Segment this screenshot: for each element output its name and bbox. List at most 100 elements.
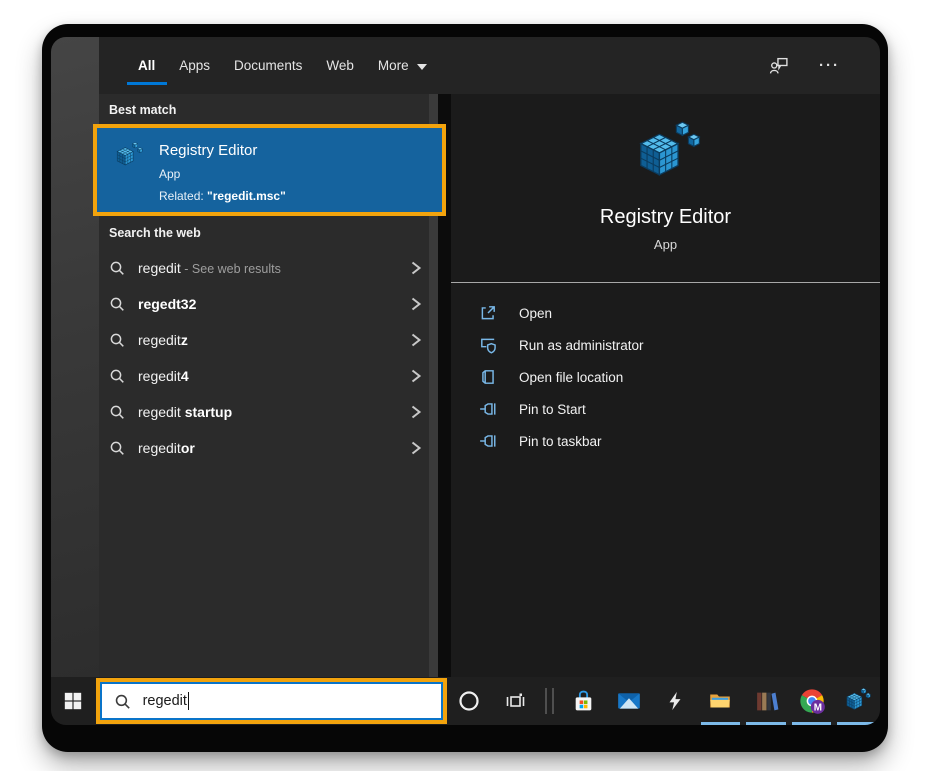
search-icon bbox=[109, 440, 125, 456]
taskbar-store-button[interactable] bbox=[561, 677, 607, 725]
open-app-indicator bbox=[792, 722, 832, 725]
tab-more-label: More bbox=[378, 58, 409, 73]
details-panel: Registry Editor App Open bbox=[451, 94, 880, 677]
open-app-indicator bbox=[746, 722, 786, 725]
chevron-down-icon bbox=[417, 64, 427, 70]
search-icon bbox=[114, 693, 131, 710]
search-input-value: regedit bbox=[143, 693, 187, 709]
books-library-icon bbox=[754, 689, 779, 714]
best-match-related: Related: "regedit.msc" bbox=[159, 189, 286, 203]
text-caret bbox=[188, 692, 190, 710]
tab-apps[interactable]: Apps bbox=[167, 37, 222, 94]
taskbar-separator bbox=[538, 677, 561, 725]
best-match-app-name: Registry Editor bbox=[159, 141, 286, 160]
suggestion-regedit4[interactable]: regedit4 bbox=[99, 358, 438, 394]
related-value: "regedit.msc" bbox=[207, 189, 286, 203]
tab-documents-label: Documents bbox=[234, 58, 302, 73]
tab-web[interactable]: Web bbox=[314, 37, 366, 94]
web-suggestion-list: regedit - See web results regedt32 reged bbox=[99, 250, 438, 466]
tab-web-label: Web bbox=[326, 58, 354, 73]
suggestion-text: regedit - See web results bbox=[138, 260, 281, 276]
search-icon bbox=[109, 368, 125, 384]
chevron-right-icon bbox=[410, 367, 422, 385]
suggestion-regeditz[interactable]: regeditz bbox=[99, 322, 438, 358]
taskbar-library-button[interactable] bbox=[743, 677, 789, 725]
action-pin-to-start[interactable]: Pin to Start bbox=[451, 393, 880, 425]
chevron-right-icon bbox=[410, 403, 422, 421]
action-pin-to-taskbar[interactable]: Pin to taskbar bbox=[451, 425, 880, 457]
registry-editor-icon bbox=[113, 141, 143, 171]
details-app-type: App bbox=[451, 237, 880, 252]
pin-icon bbox=[479, 432, 497, 450]
screenshot-frame: All Apps Documents Web More ··· bbox=[42, 24, 888, 752]
search-filter-bar: All Apps Documents Web More ··· bbox=[99, 37, 880, 94]
results-panel: Best match Registry Editor App Related: … bbox=[99, 94, 438, 677]
taskbar-chrome-button[interactable]: M bbox=[789, 677, 835, 725]
windows-screen: All Apps Documents Web More ··· bbox=[51, 37, 880, 725]
action-open[interactable]: Open bbox=[451, 297, 880, 329]
open-app-indicator bbox=[837, 722, 877, 725]
suggestion-text: regeditz bbox=[138, 332, 188, 348]
tab-all[interactable]: All bbox=[126, 37, 167, 94]
search-icon bbox=[109, 332, 125, 348]
registry-editor-icon-large bbox=[631, 119, 701, 189]
suggestion-regedit[interactable]: regedit - See web results bbox=[99, 250, 438, 286]
taskbar-mail-button[interactable] bbox=[607, 677, 653, 725]
windows-logo-icon bbox=[64, 692, 82, 710]
tab-apps-label: Apps bbox=[179, 58, 210, 73]
feedback-icon[interactable] bbox=[769, 56, 789, 76]
search-web-section-title: Search the web bbox=[109, 226, 438, 240]
best-match-result[interactable]: Registry Editor App Related: "regedit.ms… bbox=[97, 128, 442, 212]
action-label: Pin to Start bbox=[519, 402, 586, 417]
suggestion-text: regedt32 bbox=[138, 296, 196, 312]
suggestion-regeditor[interactable]: regeditor bbox=[99, 430, 438, 466]
taskbar-search-box[interactable]: regedit bbox=[100, 682, 443, 720]
admin-shield-icon bbox=[479, 336, 497, 354]
tab-more[interactable]: More bbox=[366, 37, 439, 94]
chevron-right-icon bbox=[410, 295, 422, 313]
chrome-icon: M bbox=[798, 687, 826, 715]
suggestion-text: regedit4 bbox=[138, 368, 189, 384]
chevron-right-icon bbox=[410, 439, 422, 457]
taskbar-registry-editor-button[interactable] bbox=[834, 677, 880, 725]
action-label: Open bbox=[519, 306, 552, 321]
best-match-section-title: Best match bbox=[109, 103, 438, 117]
registry-editor-icon-small bbox=[843, 687, 871, 715]
microsoft-store-icon bbox=[571, 689, 596, 714]
best-match-app-type: App bbox=[159, 167, 286, 181]
action-open-file-location[interactable]: Open file location bbox=[451, 361, 880, 393]
action-label: Open file location bbox=[519, 370, 623, 385]
lightning-bolt-icon bbox=[664, 690, 686, 712]
taskbar-lightning-button[interactable] bbox=[652, 677, 698, 725]
action-run-as-administrator[interactable]: Run as administrator bbox=[451, 329, 880, 361]
file-explorer-icon bbox=[707, 688, 733, 714]
action-label: Pin to taskbar bbox=[519, 434, 602, 449]
suggestion-text: regeditor bbox=[138, 440, 195, 456]
tab-all-label: All bbox=[138, 58, 155, 73]
taskbar-file-explorer-button[interactable] bbox=[698, 677, 744, 725]
suggestion-regedit-startup[interactable]: regedit startup bbox=[99, 394, 438, 430]
more-options-icon[interactable]: ··· bbox=[819, 57, 840, 74]
taskbar-cortana-button[interactable] bbox=[447, 677, 493, 725]
taskbar-task-view-button[interactable] bbox=[492, 677, 538, 725]
related-label: Related: bbox=[159, 189, 207, 203]
desktop-background bbox=[51, 37, 99, 677]
file-location-icon bbox=[479, 368, 497, 386]
open-icon bbox=[479, 304, 497, 322]
chevron-right-icon bbox=[410, 259, 422, 277]
suggestion-regedt32[interactable]: regedt32 bbox=[99, 286, 438, 322]
search-icon bbox=[109, 260, 125, 276]
divider bbox=[451, 282, 880, 283]
action-label: Run as administrator bbox=[519, 338, 644, 353]
suggestion-text: regedit startup bbox=[138, 404, 232, 420]
start-search-flyout: All Apps Documents Web More ··· bbox=[99, 37, 880, 677]
chrome-profile-badge: M bbox=[813, 702, 821, 713]
open-app-indicator bbox=[701, 722, 741, 725]
task-view-icon bbox=[505, 691, 525, 711]
details-app-name: Registry Editor bbox=[451, 206, 880, 229]
action-list: Open Run as administrator bbox=[451, 297, 880, 457]
start-button[interactable] bbox=[51, 677, 96, 725]
tab-documents[interactable]: Documents bbox=[222, 37, 314, 94]
pin-icon bbox=[479, 400, 497, 418]
taskbar: regedit bbox=[51, 677, 880, 725]
